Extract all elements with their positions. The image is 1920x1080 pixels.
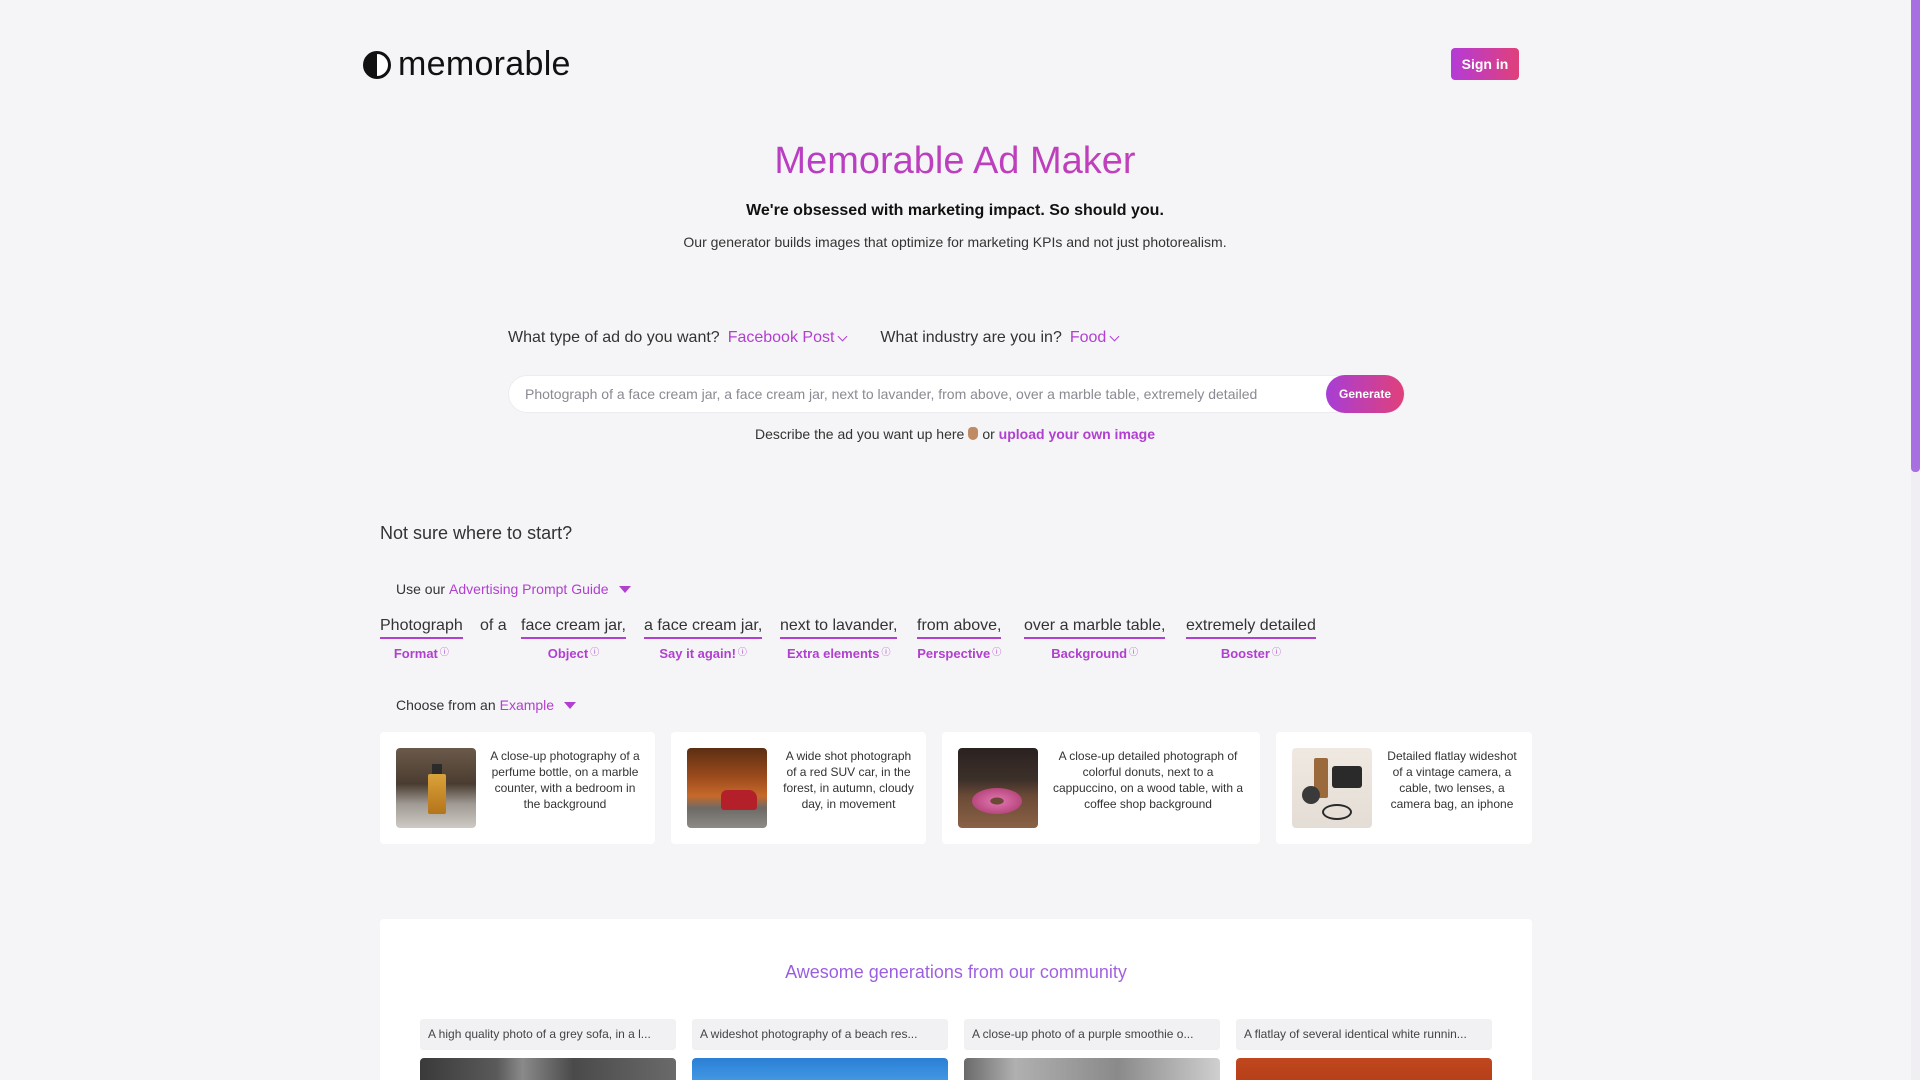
- ad-type-selected: Facebook Post: [727, 329, 835, 346]
- prompt-part-tag-label: Booster: [1220, 646, 1270, 661]
- caret-down-icon[interactable]: [618, 585, 631, 593]
- community-item-image: [420, 1058, 676, 1080]
- caret-down-icon[interactable]: [564, 701, 577, 709]
- example-card-text: Detailed flatlay wideshot of a vintage c…: [1387, 749, 1517, 811]
- prompt-part-word: a face cream jar,: [644, 617, 763, 639]
- industry-dropdown[interactable]: Food: [1069, 329, 1120, 347]
- example-dropdown[interactable]: Example: [500, 697, 554, 713]
- sign-in-button[interactable]: Sign in: [1451, 48, 1519, 80]
- guide-heading: Not sure where to start?: [380, 523, 573, 543]
- prompt-part-background[interactable]: over a marble table, Background ⓘ: [1024, 617, 1166, 661]
- prompt-part-tag-label: Background: [1051, 646, 1128, 661]
- hero-subtitle: We're obsessed with marketing impact. So…: [746, 202, 1164, 219]
- prompt-part-word: Photograph: [380, 617, 463, 639]
- page-scrollbar[interactable]: [1911, 0, 1920, 1080]
- community-item-caption: A flatlay of several identical white run…: [1236, 1019, 1492, 1050]
- describe-hint: Describe the ad you want up here or uploa…: [0, 426, 1910, 442]
- example-thumbnail: [958, 748, 1038, 828]
- example-thumbnail: [396, 748, 476, 828]
- guide-selector: Use our Advertising Prompt Guide: [396, 581, 631, 597]
- info-icon[interactable]: ⓘ: [590, 647, 599, 657]
- prompt-part-tag: Say it again! ⓘ: [644, 645, 762, 661]
- logo[interactable]: memorable: [363, 45, 571, 84]
- example-selector: Choose from an Example: [396, 697, 577, 713]
- community-item-image: [692, 1058, 948, 1080]
- ad-type-question: What type of ad do you want?: [508, 329, 720, 346]
- prompt-part-tag-label: Perspective: [917, 646, 991, 661]
- prompt-part-word: next to lavander,: [780, 617, 898, 639]
- info-icon[interactable]: ⓘ: [738, 647, 747, 657]
- prompt-part-object[interactable]: face cream jar, Object ⓘ: [521, 617, 626, 661]
- prompt-part-say-it-again[interactable]: a face cream jar, Say it again! ⓘ: [644, 617, 763, 661]
- prompt-part-word: from above,: [917, 617, 1002, 639]
- industry-question: What industry are you in?: [880, 329, 1062, 346]
- prompt-part-tag: Background ⓘ: [1024, 645, 1165, 661]
- info-icon[interactable]: ⓘ: [881, 647, 890, 657]
- example-thumbnail: [1292, 748, 1372, 828]
- community-item-image: [964, 1058, 1220, 1080]
- describe-text: Describe the ad you want up here: [754, 426, 965, 442]
- describe-or: or: [982, 426, 995, 442]
- prompt-anatomy: Photograph Format ⓘ of a face cream jar, …: [380, 617, 1380, 667]
- prompt-part-tag: Extra elements ⓘ: [780, 645, 897, 661]
- info-icon[interactable]: ⓘ: [440, 647, 449, 657]
- industry-selected: Food: [1069, 329, 1107, 346]
- prompt-part-format[interactable]: Photograph Format ⓘ: [380, 617, 463, 661]
- prompt-part-word: face cream jar,: [521, 617, 626, 639]
- chevron-down-icon: [1109, 331, 1120, 341]
- community-item-caption: A high quality photo of a grey sofa, in …: [420, 1019, 676, 1050]
- prompt-part-tag-label: Say it again!: [659, 646, 736, 661]
- prompt-part-booster[interactable]: extremely detailed Booster ⓘ: [1186, 617, 1316, 661]
- prompt-part-extra-elements[interactable]: next to lavander, Extra elements ⓘ: [780, 617, 898, 661]
- choose-from-label: Choose from an: [396, 697, 496, 713]
- community-item[interactable]: A high quality photo of a grey sofa, in …: [420, 1019, 676, 1080]
- community-item-caption: A wideshot photography of a beach res...: [692, 1019, 948, 1050]
- example-card-text: A wide shot photograph of a red SUV car,…: [783, 749, 914, 811]
- upload-image-link[interactable]: upload your own image: [999, 426, 1155, 442]
- prompt-input[interactable]: [525, 376, 1325, 412]
- logo-text: memorable: [398, 45, 571, 83]
- community-item[interactable]: A wideshot photography of a beach res...: [692, 1019, 948, 1080]
- example-card-perfume[interactable]: A close-up photography of a perfume bott…: [380, 732, 655, 844]
- prompt-field: [508, 375, 1405, 413]
- chevron-down-icon: [837, 331, 848, 341]
- community-title: Awesome generations from our community: [380, 962, 1532, 983]
- prompt-part-tag-label: Object: [547, 646, 589, 661]
- prompt-part-tag: Object ⓘ: [521, 645, 626, 661]
- example-card-suv[interactable]: A wide shot photograph of a red SUV car,…: [671, 732, 926, 844]
- info-icon[interactable]: ⓘ: [1272, 647, 1281, 657]
- use-our-label: Use our: [396, 581, 446, 597]
- prompt-part-tag: Perspective ⓘ: [917, 645, 1001, 661]
- example-card-text: A close-up detailed photograph of colorf…: [1052, 749, 1244, 811]
- prompt-guide-dropdown[interactable]: Advertising Prompt Guide: [449, 581, 609, 597]
- generate-button[interactable]: Generate: [1326, 375, 1404, 413]
- example-card-camera[interactable]: Detailed flatlay wideshot of a vintage c…: [1276, 732, 1532, 844]
- prompt-connector: of a: [480, 617, 507, 634]
- community-item-image: [1236, 1058, 1492, 1080]
- page: memorable Sign in Memorable Ad Maker We'…: [0, 0, 1920, 1080]
- prompt-part-perspective[interactable]: from above, Perspective ⓘ: [917, 617, 1002, 661]
- pointing-up-hand-icon: [968, 427, 979, 440]
- prompt-part-tag: Format ⓘ: [380, 645, 463, 661]
- prompt-part-tag: Booster ⓘ: [1186, 645, 1316, 661]
- hero-description: Our generator builds images that optimiz…: [683, 234, 1227, 250]
- prompt-part-word: over a marble table,: [1024, 617, 1166, 639]
- ad-options-row: What type of ad do you want? Facebook Po…: [508, 329, 1120, 347]
- example-card-donuts[interactable]: A close-up detailed photograph of colorf…: [942, 732, 1260, 844]
- scrollbar-thumb[interactable]: [1911, 0, 1920, 472]
- example-thumbnail: [687, 748, 767, 828]
- community-item[interactable]: A close-up photo of a purple smoothie o.…: [964, 1019, 1220, 1080]
- prompt-part-word: extremely detailed: [1186, 617, 1316, 639]
- community-section: Awesome generations from our community A…: [380, 919, 1532, 1080]
- page-title: Memorable Ad Maker: [0, 140, 1910, 183]
- info-icon[interactable]: ⓘ: [992, 647, 1001, 657]
- community-item[interactable]: A flatlay of several identical white run…: [1236, 1019, 1492, 1080]
- ad-type-dropdown[interactable]: Facebook Post: [727, 329, 848, 347]
- example-card-text: A close-up photography of a perfume bott…: [490, 749, 640, 811]
- prompt-part-tag-label: Format: [393, 646, 438, 661]
- info-icon[interactable]: ⓘ: [1129, 647, 1138, 657]
- logo-half-circle-icon: [363, 50, 391, 79]
- prompt-part-tag-label: Extra elements: [786, 646, 880, 661]
- community-item-caption: A close-up photo of a purple smoothie o.…: [964, 1019, 1220, 1050]
